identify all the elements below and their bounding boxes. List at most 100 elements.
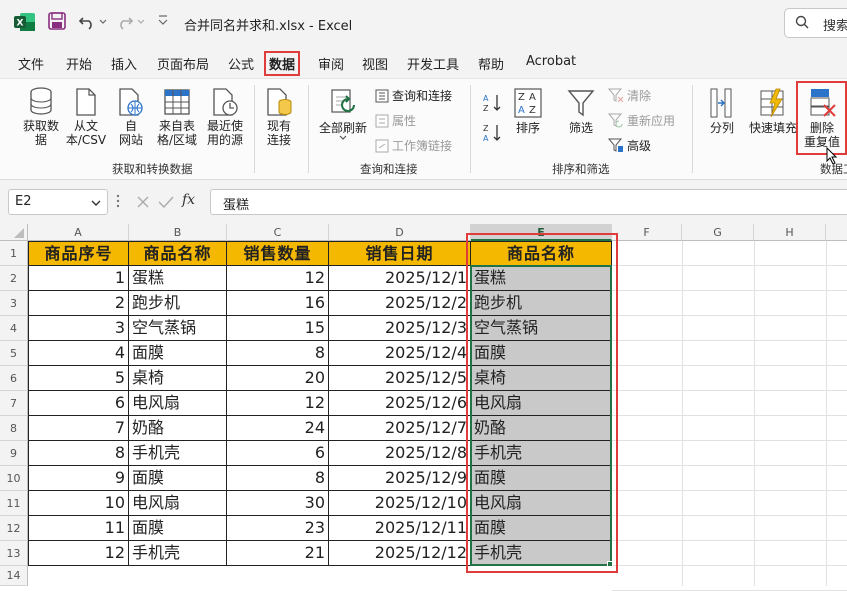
sort-ascending-button[interactable]: AZ <box>482 93 505 113</box>
recent-sources-button[interactable]: 最近使 用的源 <box>202 87 248 147</box>
table-cell-qty[interactable]: 21 <box>227 541 329 566</box>
table-cell-seq[interactable]: 8 <box>28 441 129 466</box>
table-cell-date[interactable]: 2025/12/8 <box>329 441 471 466</box>
table-cell-name[interactable]: 面膜 <box>129 466 227 491</box>
tab-page-layout[interactable]: 页面布局 <box>157 54 209 73</box>
table-cell-date[interactable]: 2025/12/6 <box>329 391 471 416</box>
table-cell-seq[interactable]: 6 <box>28 391 129 416</box>
table-cell-name[interactable]: 跑步机 <box>129 291 227 316</box>
save-icon[interactable] <box>48 12 66 33</box>
column-header-g[interactable]: G <box>682 224 754 241</box>
chevron-down-icon[interactable] <box>91 196 101 211</box>
table-cell-name[interactable]: 手机壳 <box>129 441 227 466</box>
tab-data[interactable]: 数据 <box>264 51 301 76</box>
table-cell-seq[interactable]: 4 <box>28 341 129 366</box>
tab-formulas[interactable]: 公式 <box>228 54 254 73</box>
row-header[interactable]: 8 <box>0 416 28 441</box>
table-cell-date[interactable]: 2025/12/2 <box>329 291 471 316</box>
table-cell-qty[interactable]: 12 <box>227 391 329 416</box>
flash-fill-button[interactable]: 快速填充 <box>746 87 800 135</box>
cancel-icon[interactable] <box>136 195 150 212</box>
table-cell-seq[interactable]: 2 <box>28 291 129 316</box>
table-cell-date[interactable]: 2025/12/9 <box>329 466 471 491</box>
row-header[interactable]: 2 <box>0 266 28 291</box>
table-cell-name[interactable]: 面膜 <box>129 341 227 366</box>
tab-acrobat[interactable]: Acrobat <box>526 54 576 69</box>
redo-dropdown-icon[interactable] <box>137 15 145 29</box>
redo-icon[interactable] <box>116 12 134 33</box>
tab-file[interactable]: 文件 <box>18 54 44 73</box>
table-cell-seq[interactable]: 7 <box>28 416 129 441</box>
row-header[interactable]: 13 <box>0 541 28 566</box>
table-cell-seq[interactable]: 12 <box>28 541 129 566</box>
table-cell-date[interactable]: 2025/12/7 <box>329 416 471 441</box>
table-cell-name[interactable]: 奶酪 <box>129 416 227 441</box>
insert-function-button[interactable]: fx <box>182 192 195 208</box>
table-cell-name[interactable]: 电风扇 <box>129 491 227 516</box>
name-box[interactable]: E2 <box>8 189 108 215</box>
table-cell-qty[interactable]: 24 <box>227 416 329 441</box>
table-cell-qty[interactable]: 12 <box>227 266 329 291</box>
tab-view[interactable]: 视图 <box>362 54 388 73</box>
tab-developer[interactable]: 开发工具 <box>407 54 459 73</box>
clear-filter-button[interactable]: 清除 <box>607 87 651 104</box>
table-cell-name[interactable]: 电风扇 <box>129 391 227 416</box>
existing-connections-button[interactable]: 现有 连接 <box>260 87 298 147</box>
search-box[interactable]: 搜索 <box>784 8 847 38</box>
row-header[interactable]: 6 <box>0 366 28 391</box>
table-cell-date[interactable]: 2025/12/11 <box>329 516 471 541</box>
column-header-b[interactable]: B <box>129 224 227 241</box>
table-cell-qty[interactable]: 15 <box>227 316 329 341</box>
text-to-columns-button[interactable]: 分列 <box>700 87 744 135</box>
table-cell-seq[interactable]: 3 <box>28 316 129 341</box>
table-cell-qty[interactable]: 8 <box>227 341 329 366</box>
table-cell-qty[interactable]: 23 <box>227 516 329 541</box>
undo-dropdown-icon[interactable] <box>99 15 107 29</box>
refresh-all-button[interactable]: 全部刷新 <box>314 87 372 143</box>
table-cell-seq[interactable]: 11 <box>28 516 129 541</box>
table-cell-qty[interactable]: 16 <box>227 291 329 316</box>
table-cell-date[interactable]: 2025/12/12 <box>329 541 471 566</box>
row-header[interactable]: 11 <box>0 491 28 516</box>
table-cell-qty[interactable]: 30 <box>227 491 329 516</box>
table-cell-date[interactable]: 2025/12/10 <box>329 491 471 516</box>
from-web-button[interactable]: 自 网站 <box>114 87 148 147</box>
table-cell-name[interactable]: 蛋糕 <box>129 266 227 291</box>
table-cell-qty[interactable]: 8 <box>227 466 329 491</box>
from-text-csv-button[interactable]: 从文 本/CSV <box>64 87 108 147</box>
filter-button[interactable]: 筛选 <box>562 87 600 135</box>
formula-input[interactable]: 蛋糕 <box>210 189 847 215</box>
table-header-cell[interactable]: 销售日期 <box>329 241 471 266</box>
customize-qat-icon[interactable] <box>158 14 168 29</box>
tab-help[interactable]: 帮助 <box>478 54 504 73</box>
table-cell-qty[interactable]: 6 <box>227 441 329 466</box>
row-header[interactable]: 7 <box>0 391 28 416</box>
column-header-c[interactable]: C <box>227 224 329 241</box>
table-cell-seq[interactable]: 9 <box>28 466 129 491</box>
get-data-button[interactable]: 获取数 据 <box>18 87 64 147</box>
column-header-d[interactable]: D <box>329 224 471 241</box>
row-header[interactable]: 3 <box>0 291 28 316</box>
properties-button[interactable]: 属性 <box>375 112 416 129</box>
column-header-f[interactable]: F <box>612 224 682 241</box>
table-cell-date[interactable]: 2025/12/1 <box>329 266 471 291</box>
tab-home[interactable]: 开始 <box>66 54 92 73</box>
row-header[interactable]: 9 <box>0 441 28 466</box>
worksheet-grid[interactable]: A B C D E F G H 1 商品序号 商品名称 销售数量 销售日期 商品名称 2 1 蛋… <box>0 224 847 591</box>
table-cell-name[interactable]: 面膜 <box>129 516 227 541</box>
undo-icon[interactable] <box>78 12 96 33</box>
table-cell-seq[interactable]: 1 <box>28 266 129 291</box>
sort-descending-button[interactable]: ZA <box>482 123 505 143</box>
table-header-cell[interactable]: 商品序号 <box>28 241 129 266</box>
edit-links-button[interactable]: 工作簿链接 <box>375 137 452 154</box>
column-header-h[interactable]: H <box>754 224 826 241</box>
row-header[interactable]: 5 <box>0 341 28 366</box>
row-header[interactable]: 4 <box>0 316 28 341</box>
reapply-button[interactable]: 重新应用 <box>607 112 675 129</box>
queries-connections-button[interactable]: 查询和连接 <box>375 87 452 104</box>
table-cell-name[interactable]: 空气蒸锅 <box>129 316 227 341</box>
select-all-corner[interactable] <box>0 224 28 241</box>
enter-check-icon[interactable] <box>158 195 174 212</box>
row-header[interactable]: 12 <box>0 516 28 541</box>
table-header-cell[interactable]: 销售数量 <box>227 241 329 266</box>
